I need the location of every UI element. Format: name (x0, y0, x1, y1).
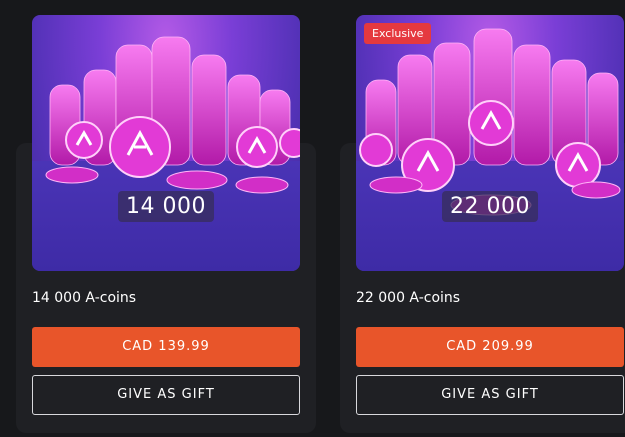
exclusive-tag: Exclusive (364, 23, 432, 44)
coin-amount-badge: 22 000 (442, 191, 538, 222)
give-as-gift-button[interactable]: GIVE AS GIFT (356, 375, 624, 415)
product-title: 14 000 A-coins (32, 290, 137, 306)
buy-button[interactable]: CAD 209.99 (356, 327, 624, 367)
product-image-22000[interactable]: Exclusive 22 000 (356, 15, 624, 271)
product-title: 22 000 A-coins (356, 290, 461, 306)
coin-stacks-illustration (45, 36, 300, 194)
give-as-gift-button[interactable]: GIVE AS GIFT (32, 375, 300, 415)
store-page: 14 000 14 000 A-coins CAD 139.99 GIVE AS… (0, 0, 625, 437)
product-image-14000[interactable]: 14 000 (32, 15, 300, 271)
coin-amount-badge: 14 000 (118, 191, 214, 222)
coin-stacks-illustration (359, 28, 621, 216)
buy-button[interactable]: CAD 139.99 (32, 327, 300, 367)
